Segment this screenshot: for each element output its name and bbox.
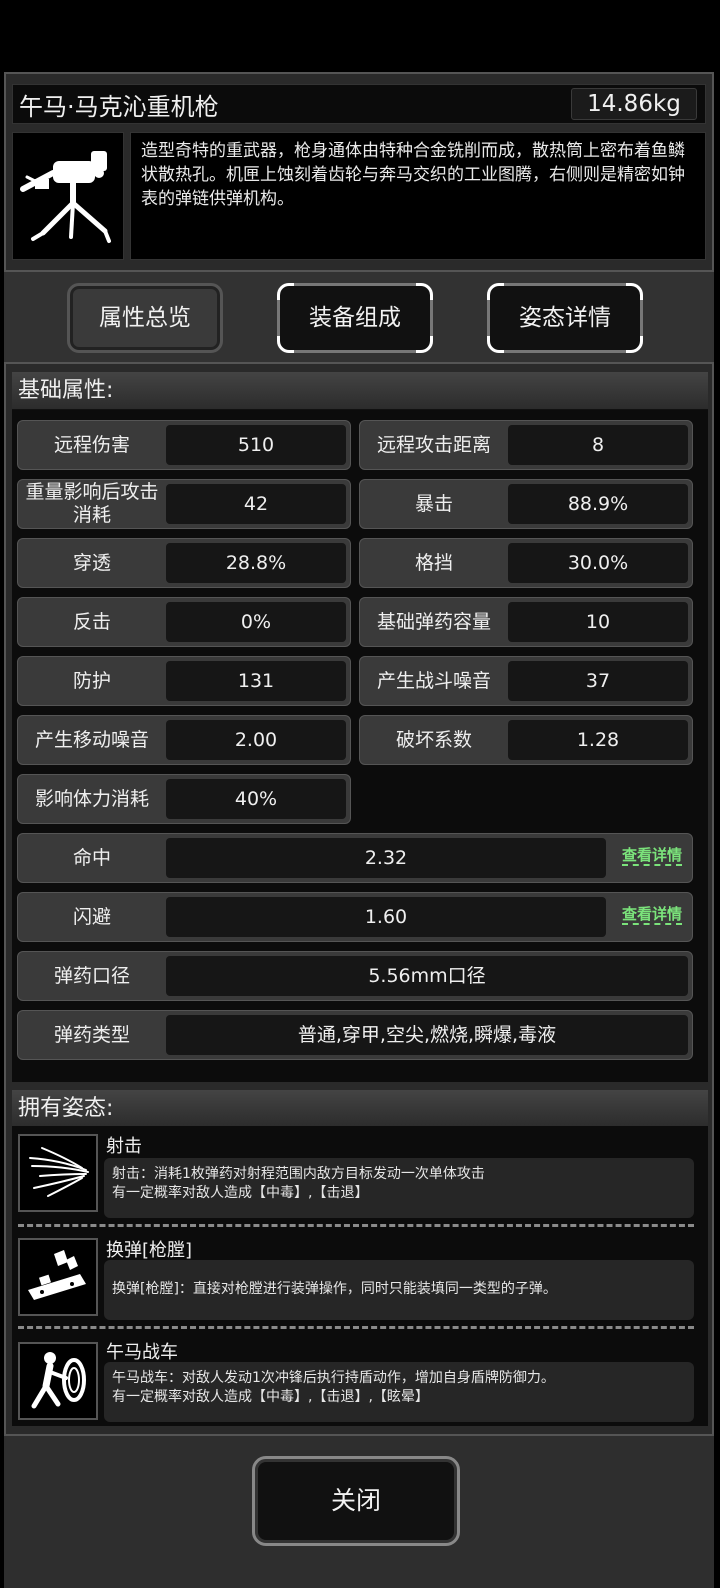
stat-dodge: 闪避 1.60 查看详情	[17, 892, 693, 942]
stat-penetration: 穿透 28.8%	[17, 538, 351, 588]
stance-name: 射击	[106, 1136, 142, 1157]
stance-description: 午马战车：对敌人发动1次冲锋后执行持盾动作，增加自身盾牌防御力。 有一定概率对敌…	[104, 1362, 694, 1422]
tab-label: 姿态详情	[519, 305, 611, 331]
stat-value: 2.32	[166, 838, 606, 878]
stat-counterattack: 反击 0%	[17, 597, 351, 647]
stat-value: 42	[166, 484, 346, 524]
stat-hit: 命中 2.32 查看详情	[17, 833, 693, 883]
stance-desc-line: 射击：消耗1枚弹药对射程范围内敌方目标发动一次单体攻击	[112, 1166, 485, 1182]
stat-label: 远程攻击距离	[376, 433, 491, 456]
stat-value: 10	[508, 602, 688, 642]
item-weight: 14.86kg	[571, 88, 697, 120]
stat-label: 破坏系数	[395, 728, 472, 751]
view-details-link[interactable]: 查看详情	[621, 846, 682, 866]
stat-label: 暴击	[414, 492, 453, 515]
stat-label: 格挡	[414, 551, 453, 574]
stance-description: 换弹[枪膛]：直接对枪膛进行装弹操作，同时只能装填同一类型的子弹。	[104, 1260, 694, 1320]
stat-value: 510	[166, 425, 346, 465]
stat-label: 产生移动噪音	[34, 728, 149, 751]
stat-label: 反击	[72, 610, 111, 633]
stat-stamina-cost: 影响体力消耗 40%	[17, 774, 351, 824]
stat-label: 弹药类型	[53, 1023, 130, 1046]
shield-charge-icon	[18, 1342, 98, 1420]
stat-value: 37	[508, 661, 688, 701]
stance-desc-line: 换弹[枪膛]：直接对枪膛进行装弹操作，同时只能装填同一类型的子弹。	[112, 1281, 557, 1297]
stat-value: 普通,穿甲,空尖,燃烧,瞬爆,毒液	[166, 1015, 688, 1055]
stat-value: 5.56mm口径	[166, 956, 688, 996]
stance-description: 射击：消耗1枚弹药对射程范围内敌方目标发动一次单体攻击 有一定概率对敌人造成【中…	[104, 1158, 694, 1218]
item-description: 造型奇特的重武器，枪身通体由特种合金铣削而成，散热筒上密布着鱼鳞状散热孔。机匣上…	[130, 132, 706, 260]
basic-attributes-header: 基础属性:	[12, 372, 708, 410]
stat-value: 1.28	[508, 720, 688, 760]
stances-header: 拥有姿态:	[12, 1090, 708, 1128]
shooting-lines-icon	[18, 1134, 98, 1212]
title-bar: 午马·马克沁重机枪 14.86kg	[12, 84, 706, 124]
stat-ranged-damage: 远程伤害 510	[17, 420, 351, 470]
divider	[18, 1224, 694, 1227]
stat-value: 88.9%	[508, 484, 688, 524]
stat-value: 1.60	[166, 897, 606, 937]
stat-label: 防护	[72, 669, 111, 692]
item-name: 午马·马克沁重机枪	[19, 93, 219, 121]
stat-label: 远程伤害	[53, 433, 130, 456]
stat-movement-noise: 产生移动噪音 2.00	[17, 715, 351, 765]
stat-label: 影响体力消耗	[34, 787, 149, 810]
stat-value: 2.00	[166, 720, 346, 760]
stat-label: 命中	[72, 846, 111, 869]
stat-critical: 暴击 88.9%	[359, 479, 693, 529]
stance-desc-line: 午马战车：对敌人发动1次冲锋后执行持盾动作，增加自身盾牌防御力。	[112, 1370, 555, 1386]
stat-value: 131	[166, 661, 346, 701]
stance-name: 换弹[枪膛]	[106, 1240, 193, 1261]
stat-destruction-factor: 破坏系数 1.28	[359, 715, 693, 765]
stat-ammo-caliber: 弹药口径 5.56mm口径	[17, 951, 693, 1001]
stance-desc-line: 有一定概率对敌人造成【中毒】,【击退】,【眩晕】	[112, 1389, 429, 1405]
stat-value: 30.0%	[508, 543, 688, 583]
reload-chamber-icon	[18, 1238, 98, 1316]
tab-stance-details[interactable]: 姿态详情	[487, 283, 643, 353]
tab-label: 装备组成	[309, 305, 401, 331]
stat-combat-noise: 产生战斗噪音 37	[359, 656, 693, 706]
stat-label: 穿透	[72, 551, 111, 574]
view-details-link[interactable]: 查看详情	[621, 905, 682, 925]
stat-ranged-range: 远程攻击距离 8	[359, 420, 693, 470]
stat-base-ammo-capacity: 基础弹药容量 10	[359, 597, 693, 647]
stat-label: 重量影响后攻击消耗	[25, 481, 159, 526]
tab-attribute-overview[interactable]: 属性总览	[67, 283, 223, 353]
close-button[interactable]: 关闭	[252, 1456, 460, 1546]
stat-value: 8	[508, 425, 688, 465]
stat-value: 40%	[166, 779, 346, 819]
stance-desc-line: 有一定概率对敌人造成【中毒】,【击退】	[112, 1185, 369, 1201]
divider	[18, 1326, 694, 1329]
stat-label: 产生战斗噪音	[376, 669, 491, 692]
heavy-machine-gun-icon	[12, 132, 124, 260]
stat-ammo-types: 弹药类型 普通,穿甲,空尖,燃烧,瞬爆,毒液	[17, 1010, 693, 1060]
stat-block: 格挡 30.0%	[359, 538, 693, 588]
stat-label: 闪避	[72, 905, 111, 928]
stat-label: 基础弹药容量	[376, 610, 491, 633]
stance-name: 午马战车	[106, 1342, 178, 1363]
stat-value: 0%	[166, 602, 346, 642]
stat-protection: 防护 131	[17, 656, 351, 706]
stat-label: 弹药口径	[53, 964, 130, 987]
stat-weighted-attack-cost: 重量影响后攻击消耗 42	[17, 479, 351, 529]
stat-value: 28.8%	[166, 543, 346, 583]
tab-equipment-composition[interactable]: 装备组成	[277, 283, 433, 353]
